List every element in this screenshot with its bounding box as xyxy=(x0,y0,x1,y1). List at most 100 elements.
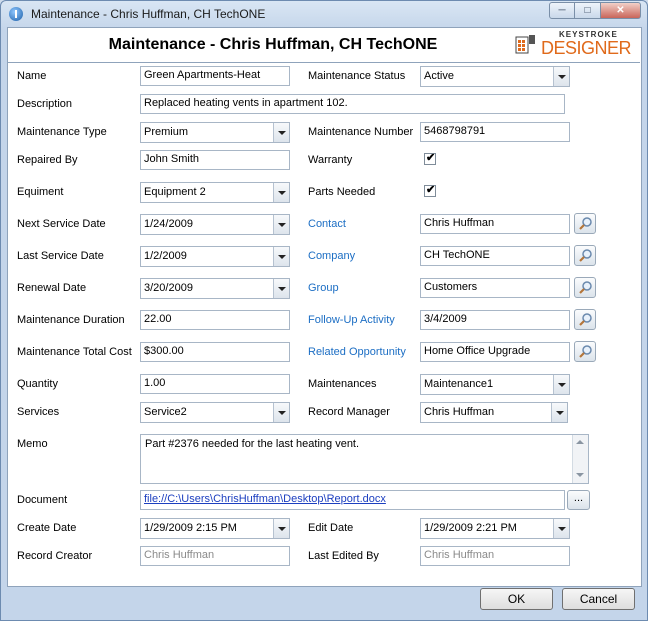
chevron-down-icon[interactable] xyxy=(553,375,569,394)
memo-field[interactable]: Part #2376 needed for the last heating v… xyxy=(140,434,589,484)
description-label: Description xyxy=(17,98,73,110)
chevron-down-icon[interactable] xyxy=(553,67,569,86)
company-lookup-button[interactable] xyxy=(574,245,596,266)
description-field[interactable]: Replaced heating vents in apartment 102. xyxy=(140,94,565,114)
maintenance-status-label: Maintenance Status xyxy=(308,70,406,82)
check-mark-icon: ✔ xyxy=(426,152,436,164)
contact-field[interactable]: Chris Huffman xyxy=(420,214,570,234)
services-value: Service2 xyxy=(144,406,187,418)
record-manager-label: Record Manager xyxy=(308,406,390,418)
next-service-date-value: 1/24/2009 xyxy=(144,218,193,230)
last-edited-by-label: Last Edited By xyxy=(308,550,379,562)
name-field[interactable]: Green Apartments-Heat xyxy=(140,66,290,86)
title-bar[interactable]: Maintenance - Chris Huffman, CH TechONE … xyxy=(1,1,647,27)
record-creator-field: Chris Huffman xyxy=(140,546,290,566)
quantity-label: Quantity xyxy=(17,378,58,390)
maintenance-type-select[interactable]: Premium xyxy=(140,122,290,143)
services-label: Services xyxy=(17,406,60,418)
chevron-down-icon[interactable] xyxy=(273,519,289,538)
record-manager-value: Chris Huffman xyxy=(424,406,495,418)
chevron-down-icon[interactable] xyxy=(273,279,289,298)
services-select[interactable]: Service2 xyxy=(140,402,290,423)
group-link[interactable]: Group xyxy=(308,282,339,294)
keystroke-designer-logo: KEYSTROKE DESIGNER xyxy=(511,30,637,60)
maintenance-total-cost-field[interactable]: $300.00 xyxy=(140,342,290,362)
edit-date-value: 1/29/2009 2:21 PM xyxy=(424,522,517,534)
create-date-picker[interactable]: 1/29/2009 2:15 PM xyxy=(140,518,290,539)
parts-needed-checkbox[interactable]: ✔ xyxy=(424,184,436,197)
next-service-date-label: Next Service Date xyxy=(17,218,106,230)
contact-link[interactable]: Contact xyxy=(308,218,346,230)
maintenances-value: Maintenance1 xyxy=(424,378,494,390)
warranty-checkbox[interactable]: ✔ xyxy=(424,152,436,165)
memo-label: Memo xyxy=(17,438,48,450)
maintenances-select[interactable]: Maintenance1 xyxy=(420,374,570,395)
magnifier-icon xyxy=(579,281,592,294)
maintenance-duration-field[interactable]: 22.00 xyxy=(140,310,290,330)
company-field[interactable]: CH TechONE xyxy=(420,246,570,266)
group-lookup-button[interactable] xyxy=(574,277,596,298)
equipment-select[interactable]: Equipment 2 xyxy=(140,182,290,203)
chevron-down-icon[interactable] xyxy=(273,403,289,422)
chevron-down-icon[interactable] xyxy=(273,123,289,142)
browse-button[interactable]: ... xyxy=(567,490,590,510)
chevron-down-icon[interactable] xyxy=(273,215,289,234)
scroll-up-icon[interactable] xyxy=(576,440,584,444)
document-link[interactable]: file://C:\Users\ChrisHuffman\Desktop\Rep… xyxy=(144,493,386,505)
related-opportunity-lookup-button[interactable] xyxy=(574,341,596,362)
minimize-button[interactable]: ─ xyxy=(549,2,575,19)
maintenance-type-label: Maintenance Type xyxy=(17,126,107,138)
related-opportunity-field[interactable]: Home Office Upgrade xyxy=(420,342,570,362)
follow-up-activity-lookup-button[interactable] xyxy=(574,309,596,330)
chevron-down-icon[interactable] xyxy=(551,403,567,422)
close-button[interactable]: ✕ xyxy=(601,2,641,19)
group-field[interactable]: Customers xyxy=(420,278,570,298)
warranty-label: Warranty xyxy=(308,154,353,166)
scroll-down-icon[interactable] xyxy=(576,473,584,477)
record-manager-select[interactable]: Chris Huffman xyxy=(420,402,568,423)
check-mark-icon: ✔ xyxy=(426,184,436,196)
create-date-value: 1/29/2009 2:15 PM xyxy=(144,522,237,534)
maximize-button[interactable]: □ xyxy=(575,2,601,19)
document-field[interactable]: file://C:\Users\ChrisHuffman\Desktop\Rep… xyxy=(140,490,565,510)
maintenance-status-select[interactable]: Active xyxy=(420,66,570,87)
contact-lookup-button[interactable] xyxy=(574,213,596,234)
last-service-date-picker[interactable]: 1/2/2009 xyxy=(140,246,290,267)
memo-scrollbar[interactable] xyxy=(572,435,588,483)
chevron-down-icon[interactable] xyxy=(273,183,289,202)
app-icon xyxy=(9,7,23,21)
follow-up-activity-field[interactable]: 3/4/2009 xyxy=(420,310,570,330)
name-label: Name xyxy=(17,70,47,82)
edit-date-picker[interactable]: 1/29/2009 2:21 PM xyxy=(420,518,570,539)
create-date-label: Create Date xyxy=(17,522,77,534)
document-label: Document xyxy=(17,494,68,506)
chevron-down-icon[interactable] xyxy=(553,519,569,538)
edit-date-label: Edit Date xyxy=(308,522,354,534)
renewal-date-picker[interactable]: 3/20/2009 xyxy=(140,278,290,299)
magnifier-icon xyxy=(579,249,592,262)
related-opportunity-link[interactable]: Related Opportunity xyxy=(308,346,406,358)
maintenance-duration-label: Maintenance Duration xyxy=(17,314,125,326)
cancel-button[interactable]: Cancel xyxy=(562,588,635,610)
parts-needed-label: Parts Needed xyxy=(308,186,376,198)
repaired-by-field[interactable]: John Smith xyxy=(140,150,290,170)
last-service-date-label: Last Service Date xyxy=(17,250,104,262)
maintenance-total-cost-label: Maintenance Total Cost xyxy=(17,346,132,358)
record-creator-label: Record Creator xyxy=(17,550,93,562)
maintenance-number-field[interactable]: 5468798791 xyxy=(420,122,570,142)
logo-text-big: DESIGNER xyxy=(541,38,632,58)
magnifier-icon xyxy=(579,313,592,326)
repaired-by-label: Repaired By xyxy=(17,154,78,166)
last-service-date-value: 1/2/2009 xyxy=(144,250,187,262)
company-link[interactable]: Company xyxy=(308,250,355,262)
next-service-date-picker[interactable]: 1/24/2009 xyxy=(140,214,290,235)
magnifier-icon xyxy=(579,345,592,358)
chevron-down-icon[interactable] xyxy=(273,247,289,266)
quantity-field[interactable]: 1.00 xyxy=(140,374,290,394)
maintenance-number-label: Maintenance Number xyxy=(308,126,414,138)
equipment-label: Equiment xyxy=(17,186,64,198)
follow-up-activity-link[interactable]: Follow-Up Activity xyxy=(308,314,395,326)
memo-text: Part #2376 needed for the last heating v… xyxy=(145,438,360,450)
ok-button[interactable]: OK xyxy=(480,588,553,610)
maintenance-status-value: Active xyxy=(424,70,454,82)
